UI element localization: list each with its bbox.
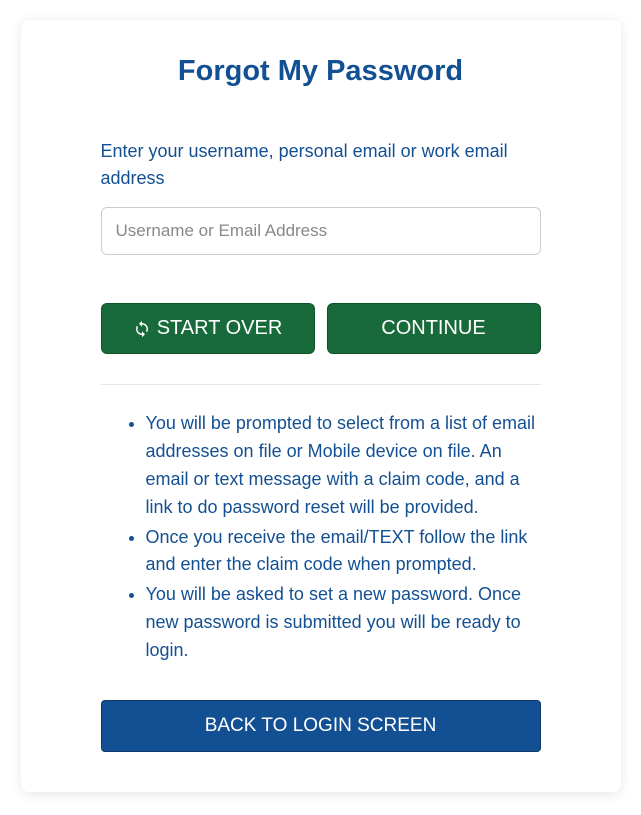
instructions-list: You will be prompted to select from a li… bbox=[101, 410, 541, 665]
page-title: Forgot My Password bbox=[101, 55, 541, 88]
continue-button[interactable]: CONTINUE bbox=[327, 303, 541, 354]
forgot-password-card: Forgot My Password Enter your username, … bbox=[21, 20, 621, 792]
instruction-item: You will be prompted to select from a li… bbox=[146, 410, 541, 522]
refresh-icon bbox=[133, 320, 151, 338]
instruction-item: Once you receive the email/TEXT follow t… bbox=[146, 524, 541, 580]
instruction-item: You will be asked to set a new password.… bbox=[146, 581, 541, 665]
start-over-label: START OVER bbox=[157, 317, 283, 340]
start-over-button[interactable]: START OVER bbox=[101, 303, 315, 354]
back-to-login-button[interactable]: BACK TO LOGIN SCREEN bbox=[101, 700, 541, 752]
divider bbox=[101, 384, 541, 385]
action-button-row: START OVER CONTINUE bbox=[101, 303, 541, 354]
prompt-text: Enter your username, personal email or w… bbox=[101, 138, 541, 192]
continue-label: CONTINUE bbox=[381, 317, 485, 340]
username-email-input[interactable] bbox=[101, 207, 541, 255]
back-to-login-label: BACK TO LOGIN SCREEN bbox=[205, 715, 437, 736]
